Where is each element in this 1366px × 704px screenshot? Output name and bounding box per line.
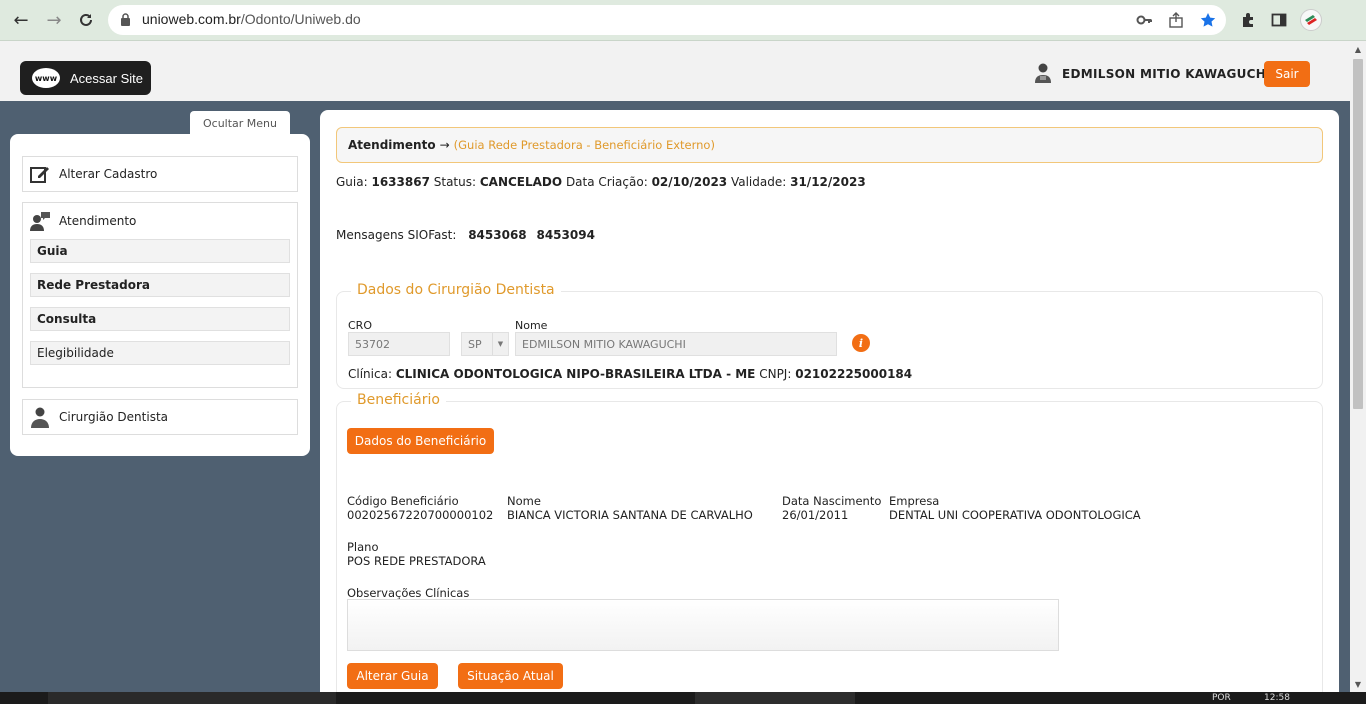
menu-alterar-cadastro[interactable]: Alterar Cadastro <box>22 156 298 192</box>
address-bar[interactable]: unioweb.com.br/Odonto/Uniweb.do <box>108 5 1226 35</box>
nome-dentista-label: Nome <box>515 319 548 332</box>
submenu-rede-prestadora[interactable]: Rede Prestadora <box>30 273 290 297</box>
share-icon[interactable] <box>1168 12 1184 28</box>
uf-select[interactable]: SP ▼ <box>461 332 509 356</box>
page-header: www Acessar Site EDMILSON MITIO KAWAGUCH… <box>0 41 1350 101</box>
dentista-legend: Dados do Cirurgião Dentista <box>351 282 561 298</box>
menu-head-atendimento[interactable]: Atendimento <box>23 203 297 239</box>
user-icon <box>1034 62 1052 87</box>
scroll-up-icon[interactable]: ▲ <box>1350 41 1366 57</box>
data-nascimento: Data Nascimento 26/01/2011 <box>782 494 882 522</box>
nome-beneficiario: Nome BIANCA VICTORIA SANTANA DE CARVALHO <box>507 494 753 522</box>
clinica-cnpj: 02102225000184 <box>795 367 913 381</box>
globe-icon: www <box>32 68 60 88</box>
hide-menu-tab[interactable]: Ocultar Menu <box>190 111 290 135</box>
nome-dentista-field[interactable]: EDMILSON MITIO KAWAGUCHI <box>515 332 837 356</box>
cro-label: CRO <box>348 319 372 332</box>
key-icon[interactable] <box>1136 12 1152 28</box>
mensagem-code: 8453094 <box>536 228 595 242</box>
side-panel-icon[interactable] <box>1268 9 1290 31</box>
menu-atendimento: Atendimento Guia Rede Prestadora Consult… <box>22 202 298 388</box>
reload-icon[interactable] <box>75 9 97 31</box>
mensagem-code: 8453068 <box>468 228 527 242</box>
submenu-guia[interactable]: Guia <box>30 239 290 263</box>
cro-field[interactable]: 53702 <box>348 332 450 356</box>
edit-icon <box>29 163 51 185</box>
guia-number: 1633867 <box>371 175 430 189</box>
breadcrumb-title: Atendimento <box>348 138 436 152</box>
guia-validade: 31/12/2023 <box>790 175 866 189</box>
breadcrumb-arrow: → <box>439 138 450 152</box>
breadcrumb: Atendimento → (Guia Rede Prestadora - Be… <box>336 127 1323 163</box>
submenu-consulta[interactable]: Consulta <box>30 307 290 331</box>
codigo-beneficiario: Código Beneficiário 00202567220700000102 <box>347 494 494 522</box>
taskbar-language[interactable]: POR <box>1212 692 1231 704</box>
access-site-button[interactable]: www Acessar Site <box>20 61 151 95</box>
bookmark-star-icon[interactable] <box>1200 12 1216 28</box>
chat-user-icon <box>29 210 51 232</box>
chevron-down-icon[interactable]: ▼ <box>492 333 508 355</box>
submenu-elegibilidade[interactable]: Elegibilidade <box>30 341 290 365</box>
situacao-atual-button[interactable]: Situação Atual <box>458 663 563 689</box>
user-name: EDMILSON MITIO KAWAGUCHI <box>1062 67 1271 81</box>
menu-label-atendimento: Atendimento <box>59 214 137 228</box>
url-text: unioweb.com.br/Odonto/Uniweb.do <box>142 11 361 27</box>
observacoes-textarea[interactable] <box>347 599 1059 651</box>
lock-icon[interactable] <box>120 13 131 29</box>
extensions-icon[interactable] <box>1237 9 1259 31</box>
access-site-label: Acessar Site <box>70 70 143 86</box>
taskbar-active-app[interactable] <box>695 692 855 704</box>
clinica-line: Clínica: CLINICA ODONTOLOGICA NIPO-BRASI… <box>348 367 913 381</box>
menu-label-alterar-cadastro: Alterar Cadastro <box>59 167 158 181</box>
guia-data-criacao: 02/10/2023 <box>651 175 728 189</box>
main-panel: Atendimento → (Guia Rede Prestadora - Be… <box>320 110 1339 704</box>
menu-cirurgiao-dentista[interactable]: Cirurgião Dentista <box>22 399 298 435</box>
scroll-thumb[interactable] <box>1353 59 1363 409</box>
plano: Plano POS REDE PRESTADORA <box>347 540 486 568</box>
menu-label-cirurgiao: Cirurgião Dentista <box>59 410 169 424</box>
back-icon[interactable]: ← <box>10 9 32 31</box>
profile-avatar-icon[interactable] <box>1300 9 1322 31</box>
taskbar-search-box[interactable] <box>48 692 336 704</box>
os-taskbar: POR 12:58 <box>0 692 1366 704</box>
user-info: EDMILSON MITIO KAWAGUCHI <box>1034 61 1271 87</box>
breadcrumb-sub: (Guia Rede Prestadora - Beneficiário Ext… <box>453 138 715 152</box>
taskbar-clock[interactable]: 12:58 <box>1264 692 1290 704</box>
sidebar: Alterar Cadastro Atendimento Guia Rede P… <box>10 134 310 456</box>
observacoes-label: Observações Clínicas <box>347 586 470 600</box>
beneficiario-legend: Beneficiário <box>351 392 446 408</box>
page-scrollbar[interactable]: ▲ ▼ <box>1350 41 1366 692</box>
scroll-down-icon[interactable]: ▼ <box>1350 676 1366 692</box>
browser-toolbar: ← → unioweb.com.br/Odonto/Uniweb.do <box>0 0 1366 41</box>
mensagens-siofast: Mensagens SIOFast: 8453068 8453094 <box>336 228 595 242</box>
info-icon[interactable]: i <box>852 334 870 352</box>
guia-status: CANCELADO <box>479 175 563 189</box>
clinica-name: CLINICA ODONTOLOGICA NIPO-BRASILEIRA LTD… <box>395 367 756 381</box>
logout-button[interactable]: Sair <box>1264 61 1310 87</box>
dados-beneficiario-button[interactable]: Dados do Beneficiário <box>347 428 494 454</box>
guia-info-line: Guia: 1633867 Status: CANCELADO Data Cri… <box>336 175 866 189</box>
empresa: Empresa DENTAL UNI COOPERATIVA ODONTOLOG… <box>889 494 1141 522</box>
alterar-guia-button[interactable]: Alterar Guia <box>347 663 438 689</box>
forward-icon[interactable]: → <box>43 9 65 31</box>
dentista-fieldset: Dados do Cirurgião Dentista CRO 53702 SP… <box>336 282 1323 389</box>
dentist-icon <box>29 406 51 428</box>
